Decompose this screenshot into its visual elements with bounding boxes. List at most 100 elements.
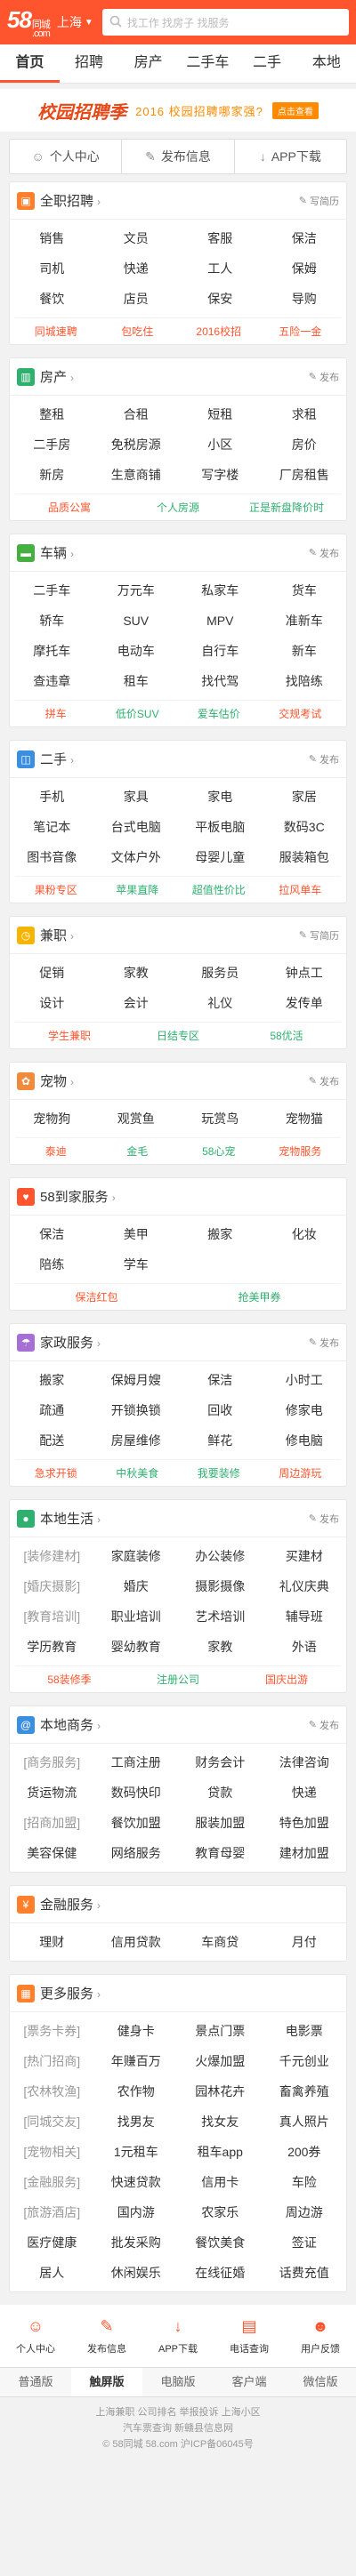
section-action[interactable]: ✎ 发布 [309, 1718, 339, 1732]
category-link[interactable]: 签证 [263, 2234, 347, 2251]
category-link[interactable]: 电动车 [94, 642, 179, 660]
version-2[interactable]: 触屏版 [71, 2368, 142, 2396]
category-link[interactable]: 真人照片 [263, 2113, 347, 2131]
category-link[interactable]: 服装加盟 [178, 1814, 263, 1832]
highlight-link[interactable]: 58优活 [232, 1028, 341, 1043]
section-header[interactable]: ◷ 兼职 › ✎ 写简历 [10, 917, 346, 954]
category-link[interactable]: 年赚百万 [94, 2052, 179, 2070]
category-link[interactable]: 司机 [10, 260, 94, 277]
section-action[interactable]: ✎ 发布 [309, 1336, 339, 1350]
dock-item[interactable]: ↓ APP下载 [142, 2305, 214, 2367]
highlight-link[interactable]: 注册公司 [124, 1672, 232, 1687]
category-link[interactable]: 工人 [178, 260, 263, 277]
highlight-link[interactable]: 品质公寓 [15, 500, 124, 515]
highlight-link[interactable]: 同城速聘 [15, 324, 97, 339]
category-link[interactable]: 家电 [178, 788, 263, 806]
category-link[interactable]: [农林牧渔] [10, 2082, 94, 2100]
category-link[interactable]: [热门招商] [10, 2052, 94, 2070]
category-link[interactable]: 文员 [94, 229, 179, 247]
category-link[interactable]: 找女友 [178, 2113, 263, 2131]
category-link[interactable]: 月付 [263, 1933, 347, 1951]
dock-item[interactable]: ✎ 发布信息 [71, 2305, 142, 2367]
tab-4[interactable]: 二手车 [178, 44, 238, 83]
category-link[interactable]: 房价 [263, 436, 347, 453]
category-link[interactable]: 信用卡 [178, 2173, 263, 2191]
section-header[interactable]: ♥ 58到家服务 › [10, 1178, 346, 1216]
version-5[interactable]: 微信版 [285, 2368, 356, 2396]
category-link[interactable]: 写字楼 [178, 466, 263, 484]
section-header[interactable]: ◫ 二手 › ✎ 发布 [10, 741, 346, 778]
category-link[interactable]: [教育培训] [10, 1608, 94, 1625]
section-header[interactable]: ▥ 房产 › ✎ 发布 [10, 358, 346, 396]
category-link[interactable]: 查违章 [10, 672, 94, 690]
search-input[interactable]: 找工作 找房子 找服务 [101, 9, 349, 36]
category-link[interactable]: 家居 [263, 788, 347, 806]
category-link[interactable]: 餐饮美食 [178, 2234, 263, 2251]
section-action[interactable]: ✎ 发布 [309, 1074, 339, 1088]
category-link[interactable]: 笔记本 [10, 818, 94, 836]
category-link[interactable]: 电影票 [263, 2022, 347, 2040]
category-link[interactable]: 手机 [10, 788, 94, 806]
category-link[interactable]: 私家车 [178, 582, 263, 599]
city-selector[interactable]: 上海 ▼ [57, 13, 93, 31]
category-link[interactable]: 搬家 [10, 1371, 94, 1389]
category-link[interactable]: 学车 [94, 1256, 179, 1273]
category-link[interactable]: 教育母婴 [178, 1844, 263, 1862]
category-link[interactable]: 合租 [94, 405, 179, 423]
category-link[interactable]: 家庭装修 [94, 1547, 179, 1565]
highlight-link[interactable]: 急求开锁 [15, 1465, 97, 1481]
category-link[interactable]: 新车 [263, 642, 347, 660]
category-link[interactable]: 万元车 [94, 582, 179, 599]
tab-1[interactable]: 首页 [0, 44, 60, 83]
category-link[interactable]: [宠物相关] [10, 2143, 94, 2161]
quick-link-1[interactable]: ☺ 个人中心 [10, 140, 123, 173]
category-link[interactable]: 车商贷 [178, 1933, 263, 1951]
category-link[interactable]: 租车 [94, 672, 179, 690]
category-link[interactable]: 礼仪 [178, 994, 263, 1012]
category-link[interactable]: 鲜花 [178, 1432, 263, 1449]
category-link[interactable]: 小时工 [263, 1371, 347, 1389]
category-link[interactable]: 农家乐 [178, 2203, 263, 2221]
category-link[interactable]: 数码3C [263, 818, 347, 836]
category-link[interactable]: 贷款 [178, 1784, 263, 1802]
highlight-link[interactable]: 周边游玩 [260, 1465, 342, 1481]
category-link[interactable]: 保安 [178, 290, 263, 308]
highlight-link[interactable]: 学生兼职 [15, 1028, 124, 1043]
category-link[interactable]: 开锁换锁 [94, 1401, 179, 1419]
category-link[interactable]: [婚庆摄影] [10, 1577, 94, 1595]
category-link[interactable]: 办公装修 [178, 1547, 263, 1565]
category-link[interactable]: 摄影摄像 [178, 1577, 263, 1595]
highlight-link[interactable]: 我要装修 [178, 1465, 260, 1481]
category-link[interactable]: 畜禽养殖 [263, 2082, 347, 2100]
category-link[interactable]: 房屋维修 [94, 1432, 179, 1449]
highlight-link[interactable]: 交规考试 [260, 706, 342, 721]
highlight-link[interactable]: 正是新盘降价时 [232, 500, 341, 515]
category-link[interactable]: 休闲娱乐 [94, 2264, 179, 2282]
category-link[interactable]: SUV [94, 614, 179, 628]
category-link[interactable]: [商务服务] [10, 1753, 94, 1771]
section-header[interactable]: ¥ 金融服务 › [10, 1886, 346, 1923]
highlight-link[interactable]: 低价SUV [97, 706, 179, 721]
highlight-link[interactable]: 中秋美食 [97, 1465, 179, 1481]
dock-item[interactable]: ☺ 个人中心 [0, 2305, 71, 2367]
category-link[interactable]: 服务员 [178, 964, 263, 982]
category-link[interactable]: 钟点工 [263, 964, 347, 982]
category-link[interactable]: [装修建材] [10, 1547, 94, 1565]
category-link[interactable]: [招商加盟] [10, 1814, 94, 1832]
section-header[interactable]: ● 本地生活 › ✎ 发布 [10, 1500, 346, 1537]
category-link[interactable]: 法律咨询 [263, 1753, 347, 1771]
section-header[interactable]: ▬ 车辆 › ✎ 发布 [10, 534, 346, 572]
category-link[interactable]: 餐饮加盟 [94, 1814, 179, 1832]
highlight-link[interactable]: 金毛 [97, 1144, 179, 1159]
highlight-link[interactable]: 国庆出游 [232, 1672, 341, 1687]
category-link[interactable]: 工商注册 [94, 1753, 179, 1771]
category-link[interactable]: 化妆 [263, 1225, 347, 1243]
category-link[interactable]: 批发采购 [94, 2234, 179, 2251]
category-link[interactable]: 台式电脑 [94, 818, 179, 836]
category-link[interactable]: 快速贷款 [94, 2173, 179, 2191]
category-link[interactable]: 家教 [178, 1638, 263, 1656]
category-link[interactable]: 疏通 [10, 1401, 94, 1419]
category-link[interactable]: 设计 [10, 994, 94, 1012]
highlight-link[interactable]: 泰迪 [15, 1144, 97, 1159]
category-link[interactable]: 保姆月嫂 [94, 1371, 179, 1389]
